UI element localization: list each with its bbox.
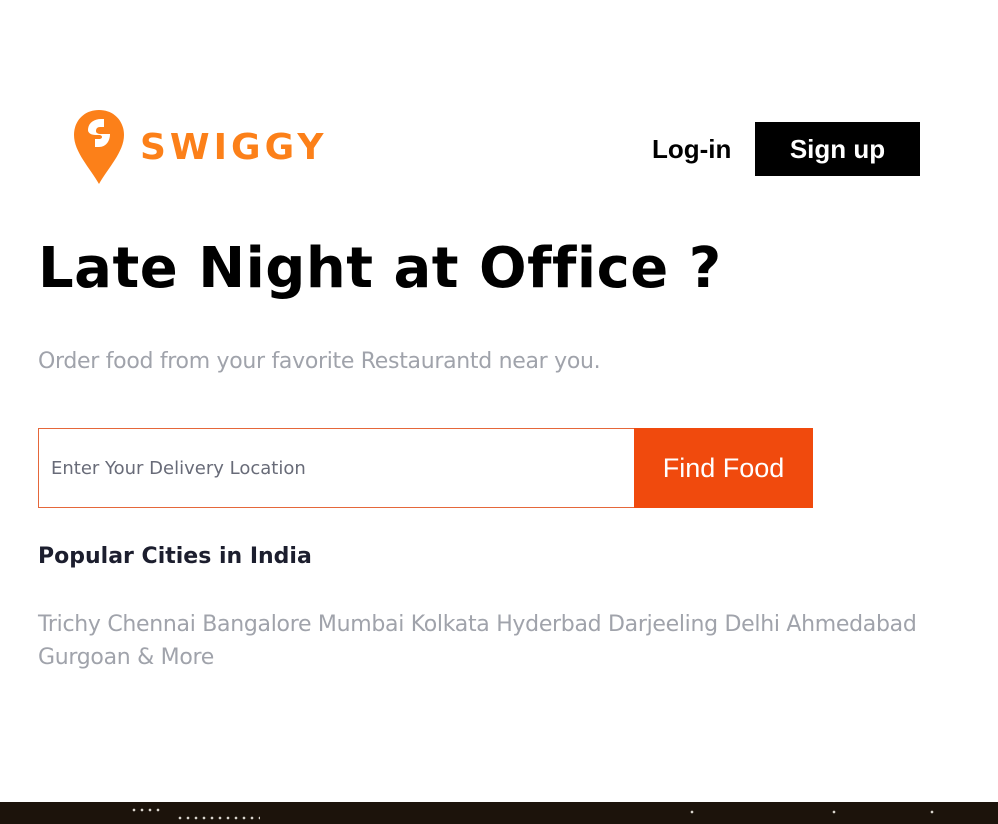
city-link-gurgoan-more[interactable]: Gurgoan & More: [38, 645, 214, 670]
swiggy-pin-icon: [74, 110, 124, 184]
popular-cities-list: Trichy Chennai Bangalore Mumbai Kolkata …: [38, 608, 968, 674]
food-banner-image: [0, 802, 998, 824]
city-link-hyderbad[interactable]: Hyderbad: [496, 612, 601, 637]
popular-cities-heading: Popular Cities in India: [38, 544, 312, 569]
city-link-kolkata[interactable]: Kolkata: [411, 612, 490, 637]
city-link-mumbai[interactable]: Mumbai: [318, 612, 404, 637]
banner-decoration: [688, 810, 696, 814]
brand-name: SWIGGY: [140, 127, 328, 168]
banner-decoration: [130, 808, 160, 812]
city-link-delhi[interactable]: Delhi: [725, 612, 780, 637]
hero-title: Late Night at Office ?: [38, 236, 722, 301]
signup-button[interactable]: Sign up: [755, 122, 920, 176]
login-link[interactable]: Log-in: [652, 134, 731, 165]
city-link-darjeeling[interactable]: Darjeeling: [608, 612, 718, 637]
banner-decoration: [928, 810, 936, 814]
city-link-trichy[interactable]: Trichy: [38, 612, 101, 637]
location-search-form: Find Food: [38, 428, 813, 508]
city-link-chennai[interactable]: Chennai: [107, 612, 196, 637]
delivery-location-input[interactable]: [38, 428, 634, 508]
hero-subtitle: Order food from your favorite Restaurant…: [38, 349, 601, 374]
brand-logo[interactable]: SWIGGY: [72, 108, 327, 186]
find-food-button[interactable]: Find Food: [634, 428, 813, 508]
city-link-ahmedabad[interactable]: Ahmedabad: [786, 612, 916, 637]
banner-decoration: [176, 816, 260, 820]
banner-decoration: [830, 810, 838, 814]
city-link-bangalore[interactable]: Bangalore: [202, 612, 311, 637]
